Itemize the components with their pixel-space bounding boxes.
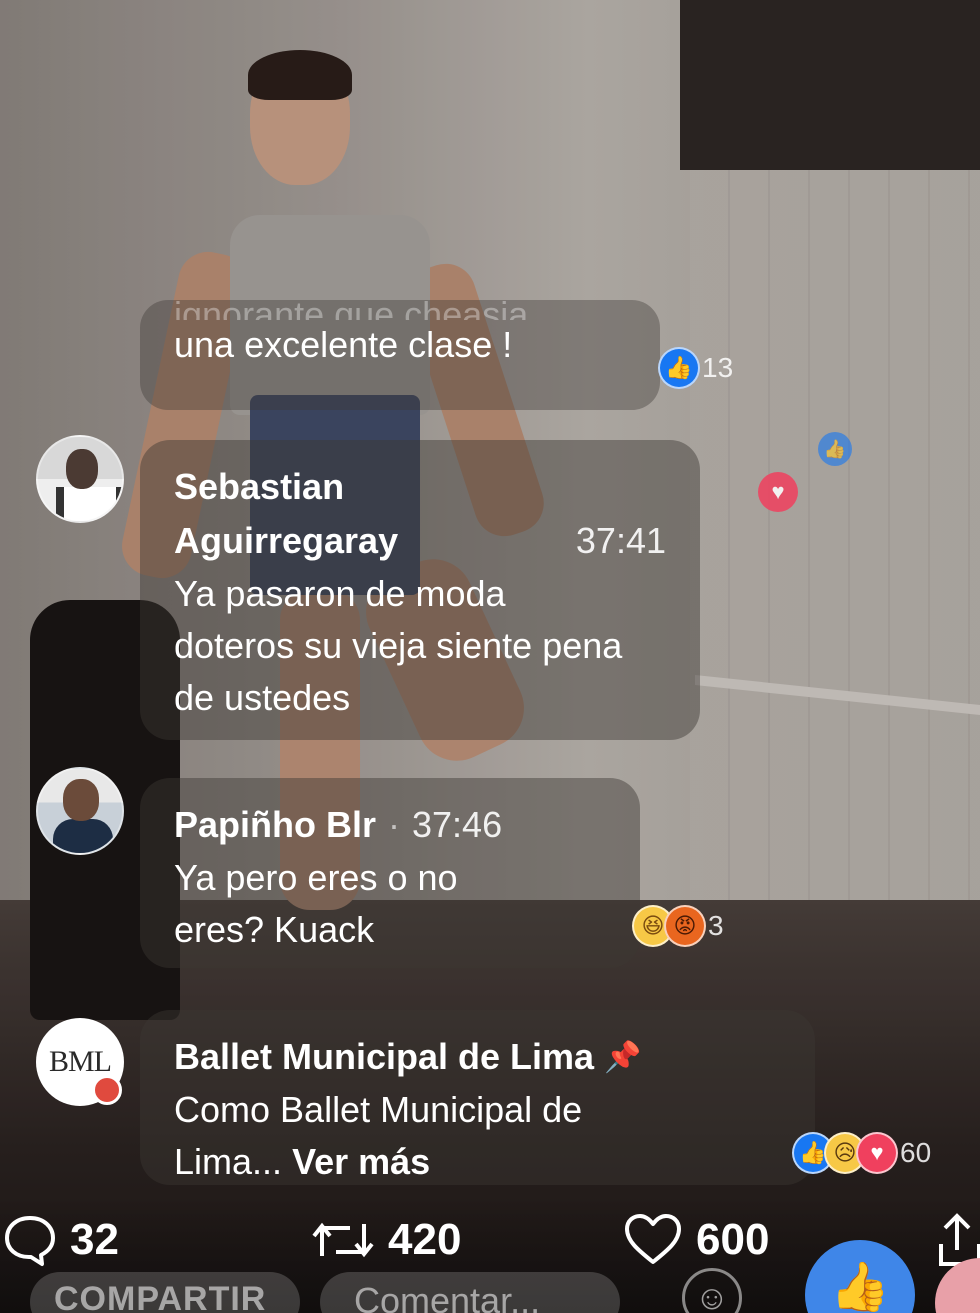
- comment-text-line: Ya pasaron de moda: [174, 573, 506, 614]
- comment-bubble-sebastian[interactable]: Sebastian Aguirregaray 37:41 Ya pasaron …: [140, 440, 700, 740]
- heart-icon: [625, 1214, 681, 1264]
- bml-logo-text: BML: [48, 1045, 112, 1078]
- love-icon: ♥: [856, 1132, 898, 1174]
- reaction-count: 3: [708, 910, 724, 941]
- commenter-name[interactable]: Sebastian: [174, 460, 666, 514]
- retweet-count-value: 420: [388, 1215, 462, 1264]
- separator: ·: [388, 804, 401, 845]
- like-icon: 👍: [658, 347, 700, 389]
- reaction-count: 13: [702, 352, 734, 383]
- floating-like-icon: 👍: [818, 432, 852, 466]
- pin-icon: 📌: [604, 1040, 642, 1074]
- retweet-icon: [312, 1222, 374, 1258]
- like-count[interactable]: 600: [622, 1212, 769, 1268]
- comment-text-line: eres? Kuack: [174, 909, 375, 950]
- comment-bubble-icon: [5, 1216, 55, 1266]
- comment-timestamp: 37:46: [412, 804, 503, 845]
- commenter-name-line2[interactable]: Aguirregaray: [174, 514, 398, 568]
- live-badge-icon: [92, 1075, 122, 1105]
- comment-reaction-count[interactable]: 😆 😡 3: [632, 905, 724, 947]
- comment-bubble-ballet[interactable]: Ballet Municipal de Lima 📌 Como Ballet M…: [140, 1010, 815, 1185]
- share-button[interactable]: COMPARTIR: [30, 1272, 300, 1313]
- name-time-row: Papiñho Blr · 37:46: [174, 798, 606, 852]
- angry-icon: 😡: [664, 905, 706, 947]
- comment-text-truncated: Lima...: [174, 1141, 283, 1182]
- comment-text-line: Ya pero eres o no: [174, 857, 458, 898]
- comment-clipped-text: ignorante que cheasia: [174, 294, 529, 320]
- avatar-sebastian[interactable]: [36, 435, 124, 523]
- reaction-count: 60: [900, 1137, 932, 1168]
- see-more-link[interactable]: Ver más: [292, 1141, 430, 1182]
- comment-count[interactable]: 32: [2, 1212, 119, 1268]
- floating-love-icon: ♥: [758, 472, 798, 512]
- comment-text-line: de ustedes: [174, 677, 351, 718]
- commenter-name[interactable]: Papiñho Blr: [174, 798, 376, 852]
- commenter-name[interactable]: Ballet Municipal de Lima: [174, 1030, 594, 1084]
- comment-timestamp: 37:41: [575, 520, 666, 561]
- comment-text-line: doteros su vieja siente pena: [174, 625, 623, 666]
- comment-partial[interactable]: ignorante que cheasia una excelente clas…: [140, 294, 660, 410]
- comment-input[interactable]: Comentar...: [320, 1272, 620, 1313]
- like-icon: 👍: [830, 1261, 890, 1313]
- name-row: Ballet Municipal de Lima 📌: [174, 1030, 781, 1084]
- comment-bubble-papinho[interactable]: Papiñho Blr · 37:46 Ya pero eres o no er…: [140, 778, 640, 968]
- comment-count-value: 32: [70, 1215, 119, 1264]
- name-time-row: Aguirregaray 37:41: [174, 514, 666, 568]
- comment-text-line: Como Ballet Municipal de: [174, 1089, 583, 1130]
- retweet-count[interactable]: 420: [310, 1212, 461, 1268]
- comment-reaction-count[interactable]: 👍 😥 ♥ 60: [792, 1132, 931, 1174]
- like-count-value: 600: [696, 1215, 770, 1264]
- comment-reaction-count[interactable]: 👍 13: [658, 347, 733, 389]
- avatar-papinho[interactable]: [36, 767, 124, 855]
- comment-text-line: Lima... Ver más: [174, 1136, 781, 1188]
- comment-text: una excelente clase !: [174, 324, 513, 365]
